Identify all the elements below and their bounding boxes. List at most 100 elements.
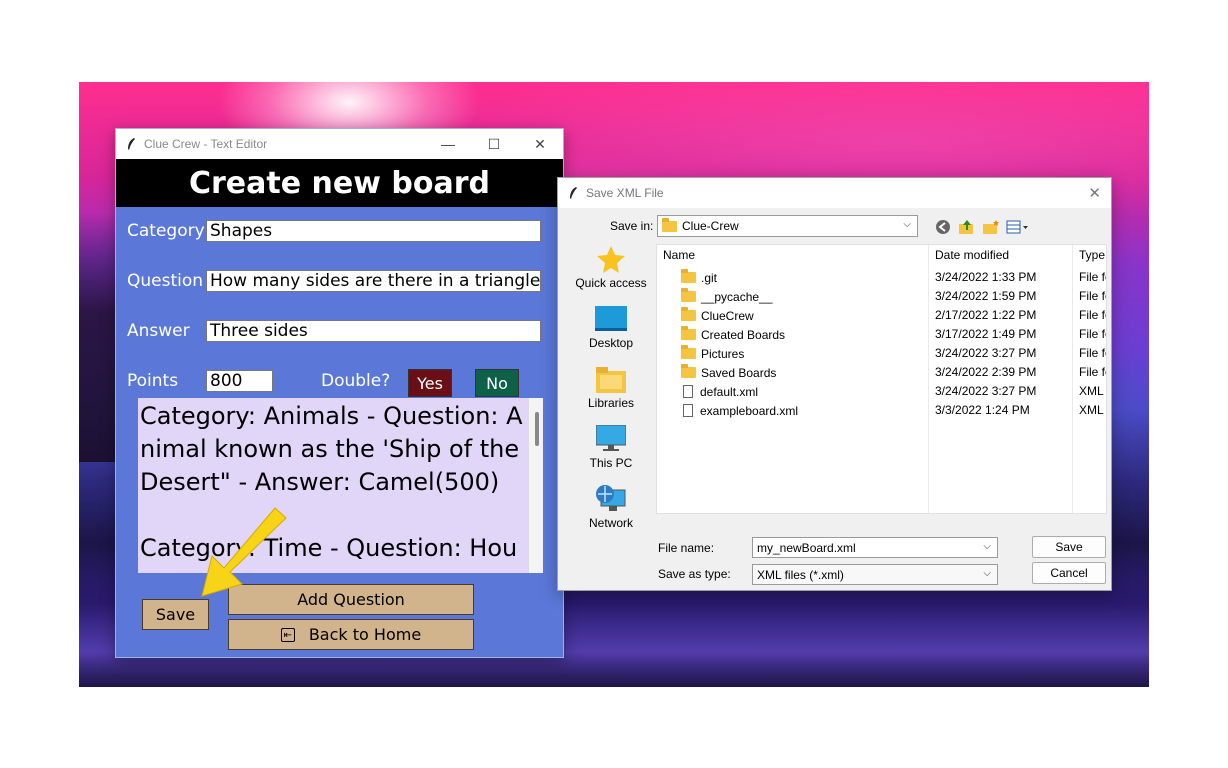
file-date-cell: 3/17/2022 1:49 PM [935, 327, 1037, 341]
place-network[interactable]: Network [566, 484, 656, 544]
question-label: Question [127, 271, 204, 291]
feather-icon [570, 187, 577, 199]
points-input[interactable]: 800 [206, 370, 273, 392]
folder-icon [681, 345, 696, 359]
file-type-cell: File fo [1079, 270, 1106, 284]
desktop-icon [595, 304, 627, 334]
file-name-cell: __pycache__ [681, 287, 772, 306]
scrollbar-thumb[interactable] [535, 412, 539, 446]
place-quick-access[interactable]: Quick access [566, 244, 656, 304]
place-label: Libraries [587, 396, 635, 410]
yellow-arrow-icon [201, 507, 287, 597]
chevron-down-icon: ⌵ [903, 219, 911, 230]
file-name-cell: default.xml [681, 382, 758, 401]
preview-scrollbar[interactable] [528, 398, 543, 573]
file-name-value: my_newBoard.xml [757, 540, 856, 555]
file-type-cell: XML [1079, 403, 1104, 417]
sort-up-icon: ⌃ [789, 244, 798, 250]
file-date-cell: 3/24/2022 3:27 PM [935, 384, 1037, 398]
up-folder-icon[interactable] [958, 218, 976, 236]
place-libraries[interactable]: Libraries [566, 364, 656, 424]
file-row[interactable]: exampleboard.xml 3/3/2022 1:24 PM XML [657, 401, 1106, 420]
file-row[interactable]: ClueCrew 2/17/2022 1:22 PM File fo [657, 306, 1106, 325]
view-menu-icon[interactable] [1006, 218, 1030, 236]
save-in-label: Save in: [610, 219, 654, 233]
file-date-cell: 2/17/2022 1:22 PM [935, 308, 1037, 322]
place-label: Desktop [588, 336, 634, 350]
double-yes-button[interactable]: Yes [408, 369, 452, 397]
file-row[interactable]: Created Boards 3/17/2022 1:49 PM File fo [657, 325, 1106, 344]
dialog-save-button[interactable]: Save [1032, 536, 1106, 558]
file-type-cell: File fo [1079, 327, 1106, 341]
wallpaper-trees [79, 212, 119, 462]
points-label: Points [127, 371, 179, 391]
file-type-cell: XML [1079, 384, 1104, 398]
file-type-cell: File fo [1079, 308, 1106, 322]
folder-icon [662, 217, 677, 232]
folder-icon [681, 364, 696, 378]
file-name-text: Saved Boards [701, 365, 777, 380]
question-input[interactable]: How many sides are there in a triangle? [206, 270, 541, 292]
new-folder-icon[interactable] [982, 218, 1000, 236]
dialog-titlebar[interactable]: Save XML File ✕ [558, 178, 1111, 208]
file-name-text: ClueCrew [701, 308, 754, 323]
answer-input[interactable]: Three sides [206, 320, 541, 342]
file-name-text: default.xml [700, 384, 759, 399]
file-icon [683, 404, 693, 417]
file-row[interactable]: Pictures 3/24/2022 3:27 PM File fo [657, 344, 1106, 363]
file-name-cell: .git [681, 268, 717, 287]
file-name-text: __pycache__ [701, 289, 773, 304]
back-icon[interactable] [934, 218, 952, 236]
file-row[interactable]: Saved Boards 3/24/2022 2:39 PM File fo [657, 363, 1106, 382]
column-header-name[interactable]: Name [663, 248, 695, 262]
chevron-down-icon: ⌵ [983, 568, 991, 579]
folder-icon [681, 269, 696, 283]
file-row[interactable]: .git 3/24/2022 1:33 PM File fo [657, 268, 1106, 287]
category-input[interactable]: Shapes [206, 220, 541, 242]
network-icon [595, 484, 627, 514]
folder-icon [681, 288, 696, 302]
text-editor-window: Clue Crew - Text Editor — ☐ ✕ Create new… [115, 128, 564, 658]
place-label: Network [588, 516, 633, 530]
file-name-input[interactable]: my_newBoard.xml ⌵ [752, 537, 998, 558]
place-this-pc[interactable]: This PC [566, 424, 656, 484]
editor-title: Clue Crew - Text Editor [144, 137, 268, 151]
editor-titlebar[interactable]: Clue Crew - Text Editor — ☐ ✕ [116, 129, 563, 159]
dialog-close-icon[interactable]: ✕ [1088, 184, 1101, 202]
chevron-down-icon[interactable]: ⌵ [983, 541, 991, 552]
file-date-cell: 3/24/2022 1:33 PM [935, 270, 1037, 284]
folder-icon [681, 307, 696, 321]
maximize-button[interactable]: ☐ [471, 129, 517, 159]
places-bar: Quick access Desktop Libraries This PC N… [566, 244, 656, 544]
dialog-cancel-button[interactable]: Cancel [1032, 562, 1106, 584]
file-type-cell: File fo [1079, 365, 1106, 379]
save-as-type-value: XML files (*.xml) [757, 567, 844, 582]
double-label: Double? [321, 371, 391, 391]
column-header-date[interactable]: Date modified [935, 248, 1009, 262]
save-button[interactable]: Save [142, 599, 209, 630]
file-name-cell: Created Boards [681, 325, 785, 344]
file-list[interactable]: Name ⌃ Date modified Type .git 3/24/2022 … [656, 244, 1107, 514]
file-row[interactable]: __pycache__ 3/24/2022 1:59 PM File fo [657, 287, 1106, 306]
star-icon [595, 244, 627, 274]
place-label: Quick access [575, 276, 647, 290]
minimize-button[interactable]: — [425, 129, 471, 159]
answer-label: Answer [127, 321, 190, 341]
file-name-cell: Pictures [681, 344, 744, 363]
file-name-cell: exampleboard.xml [681, 401, 798, 420]
file-name-text: exampleboard.xml [700, 403, 799, 418]
double-no-button[interactable]: No [475, 369, 519, 397]
category-label: Category [127, 221, 205, 241]
back-to-home-button[interactable]: ⇤ Back to Home [228, 619, 474, 650]
file-name-cell: Saved Boards [681, 363, 776, 382]
file-row[interactable]: default.xml 3/24/2022 3:27 PM XML [657, 382, 1106, 401]
column-header-type[interactable]: Type [1079, 248, 1105, 262]
file-date-cell: 3/24/2022 3:27 PM [935, 346, 1037, 360]
save-in-dropdown[interactable]: Clue-Crew ⌵ [657, 215, 918, 237]
place-desktop[interactable]: Desktop [566, 304, 656, 364]
back-to-home-label: Back to Home [308, 625, 422, 644]
save-as-type-dropdown[interactable]: XML files (*.xml) ⌵ [752, 564, 998, 585]
close-button[interactable]: ✕ [517, 129, 563, 159]
feather-icon [128, 138, 135, 150]
file-date-cell: 3/24/2022 1:59 PM [935, 289, 1037, 303]
